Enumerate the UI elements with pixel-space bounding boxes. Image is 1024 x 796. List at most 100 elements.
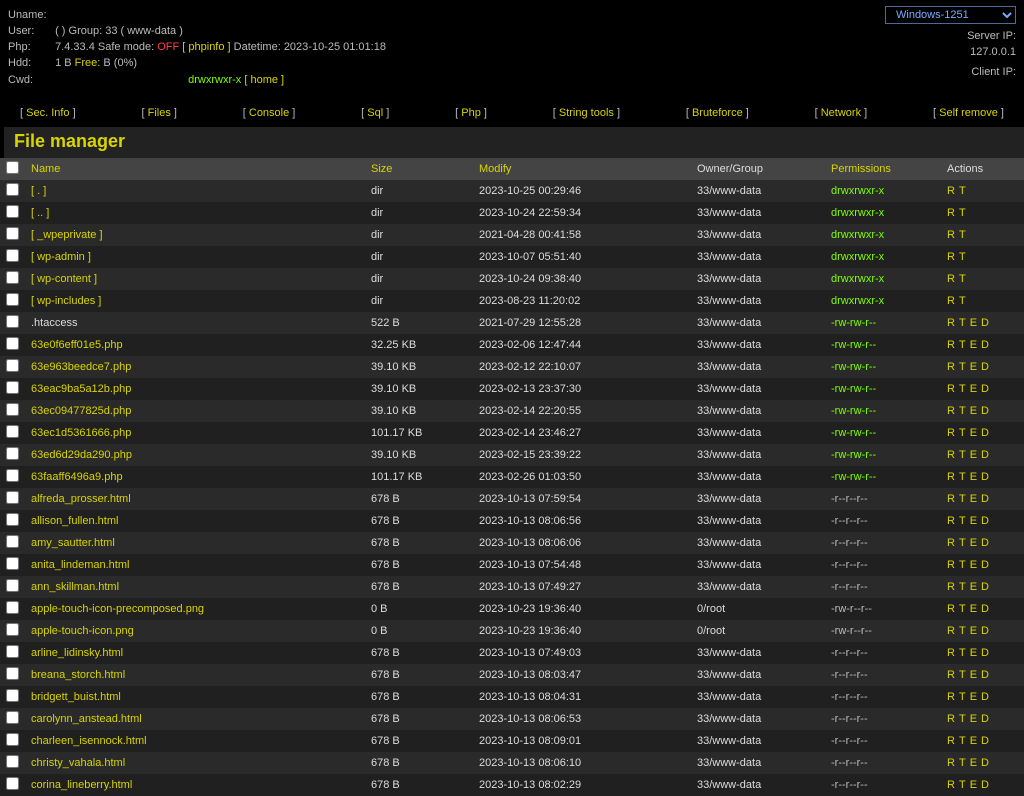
action-e[interactable]: E	[970, 361, 977, 373]
action-e[interactable]: E	[970, 405, 977, 417]
row-checkbox[interactable]	[6, 271, 19, 284]
action-e[interactable]: E	[970, 537, 977, 549]
action-t[interactable]: T	[959, 713, 966, 725]
phpinfo-link[interactable]: [ phpinfo ]	[182, 41, 230, 53]
row-checkbox[interactable]	[6, 645, 19, 658]
file-permissions[interactable]: -rw-rw-r--	[831, 361, 876, 373]
action-d[interactable]: D	[981, 383, 989, 395]
file-link[interactable]: 63faaff6496a9.php	[31, 471, 123, 483]
row-checkbox[interactable]	[6, 337, 19, 350]
action-d[interactable]: D	[981, 339, 989, 351]
action-r[interactable]: R	[947, 493, 955, 505]
row-checkbox[interactable]	[6, 733, 19, 746]
action-r[interactable]: R	[947, 779, 955, 791]
file-permissions[interactable]: -r--r--r--	[831, 515, 868, 527]
file-link[interactable]: amy_sautter.html	[31, 537, 115, 549]
action-t[interactable]: T	[959, 251, 966, 263]
file-link[interactable]: bridgett_buist.html	[31, 691, 121, 703]
file-link[interactable]: 63ec09477825d.php	[31, 405, 131, 417]
action-t[interactable]: T	[959, 625, 966, 637]
action-e[interactable]: E	[970, 713, 977, 725]
action-d[interactable]: D	[981, 405, 989, 417]
action-d[interactable]: D	[981, 515, 989, 527]
action-t[interactable]: T	[959, 229, 966, 241]
col-size[interactable]: Size	[371, 163, 392, 175]
action-d[interactable]: D	[981, 669, 989, 681]
action-d[interactable]: D	[981, 559, 989, 571]
file-permissions[interactable]: -r--r--r--	[831, 757, 868, 769]
row-checkbox[interactable]	[6, 183, 19, 196]
action-t[interactable]: T	[959, 449, 966, 461]
action-d[interactable]: D	[981, 427, 989, 439]
row-checkbox[interactable]	[6, 491, 19, 504]
action-r[interactable]: R	[947, 273, 955, 285]
file-link[interactable]: 63e963beedce7.php	[31, 361, 131, 373]
action-e[interactable]: E	[970, 515, 977, 527]
row-checkbox[interactable]	[6, 711, 19, 724]
nav-sec[interactable]: Sec. Info	[26, 107, 69, 119]
action-t[interactable]: T	[959, 515, 966, 527]
nav-brute[interactable]: Bruteforce	[692, 107, 743, 119]
row-checkbox[interactable]	[6, 403, 19, 416]
action-d[interactable]: D	[981, 471, 989, 483]
row-checkbox[interactable]	[6, 249, 19, 262]
row-checkbox[interactable]	[6, 777, 19, 790]
row-checkbox[interactable]	[6, 579, 19, 592]
file-link[interactable]: corina_lineberry.html	[31, 779, 132, 791]
file-permissions[interactable]: -r--r--r--	[831, 537, 868, 549]
action-r[interactable]: R	[947, 647, 955, 659]
nav-console[interactable]: Console	[249, 107, 289, 119]
file-link[interactable]: .htaccess	[31, 317, 77, 329]
row-checkbox[interactable]	[6, 755, 19, 768]
action-e[interactable]: E	[970, 317, 977, 329]
file-permissions[interactable]: -r--r--r--	[831, 493, 868, 505]
row-checkbox[interactable]	[6, 557, 19, 570]
file-link[interactable]: [ wp-includes ]	[31, 295, 101, 307]
file-permissions[interactable]: drwxrwxr-x	[831, 273, 884, 285]
action-t[interactable]: T	[959, 361, 966, 373]
file-permissions[interactable]: -rw-r--r--	[831, 625, 872, 637]
action-e[interactable]: E	[970, 603, 977, 615]
action-r[interactable]: R	[947, 427, 955, 439]
file-link[interactable]: apple-touch-icon.png	[31, 625, 134, 637]
action-t[interactable]: T	[959, 647, 966, 659]
action-r[interactable]: R	[947, 317, 955, 329]
action-r[interactable]: R	[947, 757, 955, 769]
row-checkbox[interactable]	[6, 667, 19, 680]
file-permissions[interactable]: drwxrwxr-x	[831, 251, 884, 263]
action-d[interactable]: D	[981, 757, 989, 769]
action-t[interactable]: T	[959, 339, 966, 351]
action-r[interactable]: R	[947, 625, 955, 637]
nav-files[interactable]: Files	[148, 107, 171, 119]
nav-net[interactable]: Network	[821, 107, 861, 119]
file-permissions[interactable]: drwxrwxr-x	[831, 207, 884, 219]
nav-str[interactable]: String tools	[559, 107, 614, 119]
action-r[interactable]: R	[947, 691, 955, 703]
row-checkbox[interactable]	[6, 205, 19, 218]
action-t[interactable]: T	[959, 471, 966, 483]
action-d[interactable]: D	[981, 713, 989, 725]
action-r[interactable]: R	[947, 229, 955, 241]
action-d[interactable]: D	[981, 603, 989, 615]
row-checkbox[interactable]	[6, 689, 19, 702]
action-t[interactable]: T	[959, 185, 966, 197]
action-t[interactable]: T	[959, 317, 966, 329]
file-permissions[interactable]: -rw-rw-r--	[831, 383, 876, 395]
encoding-select[interactable]: Windows-1251	[885, 6, 1016, 24]
row-checkbox[interactable]	[6, 315, 19, 328]
row-checkbox[interactable]	[6, 447, 19, 460]
action-d[interactable]: D	[981, 317, 989, 329]
action-t[interactable]: T	[959, 559, 966, 571]
file-link[interactable]: ann_skillman.html	[31, 581, 119, 593]
file-permissions[interactable]: -r--r--r--	[831, 713, 868, 725]
nav-self[interactable]: Self remove	[939, 107, 998, 119]
action-r[interactable]: R	[947, 207, 955, 219]
col-perm[interactable]: Permissions	[831, 163, 891, 175]
action-e[interactable]: E	[970, 625, 977, 637]
file-link[interactable]: [ wp-admin ]	[31, 251, 91, 263]
action-d[interactable]: D	[981, 449, 989, 461]
row-checkbox[interactable]	[6, 601, 19, 614]
file-link[interactable]: [ wp-content ]	[31, 273, 97, 285]
file-permissions[interactable]: -rw-rw-r--	[831, 317, 876, 329]
file-link[interactable]: [ .. ]	[31, 207, 49, 219]
